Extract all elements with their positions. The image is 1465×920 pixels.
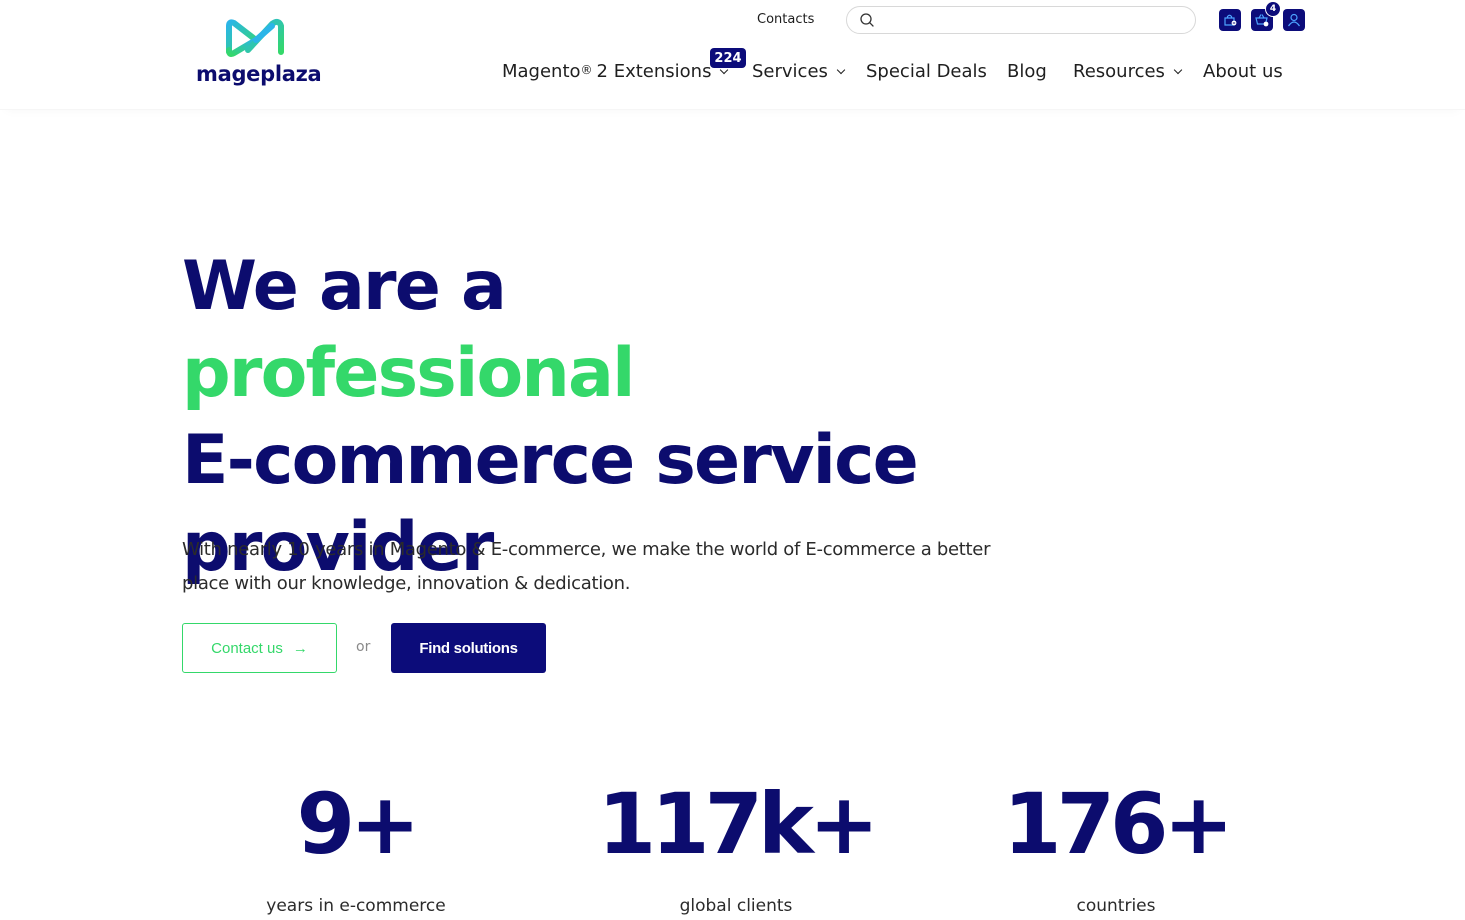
hero-title-accent: professional xyxy=(182,334,635,413)
nav-label: Special Deals xyxy=(866,61,987,82)
stat-value: 176+ xyxy=(1003,775,1234,873)
nav-services[interactable]: Services xyxy=(752,61,846,82)
stat-label: countries xyxy=(1076,896,1156,916)
nav-special-deals[interactable]: Special Deals xyxy=(866,61,987,82)
nav-label-rest: 2 Extensions xyxy=(596,61,712,82)
nav-magento-extensions[interactable]: Magento ® 2 Extensions xyxy=(502,61,729,82)
site-header: mageplaza Contacts 4 Magento ® 2 Extensi… xyxy=(0,0,1465,110)
nav-label: Blog xyxy=(1007,61,1047,82)
logo-text: mageplaza xyxy=(196,62,322,86)
search-input[interactable] xyxy=(883,10,1183,30)
registered-mark: ® xyxy=(580,62,593,77)
contact-us-label: Contact us xyxy=(211,639,283,657)
stat-countries: 176+ countries xyxy=(926,780,1306,916)
nav-label: Services xyxy=(752,61,828,82)
stat-label: years in e-commerce xyxy=(266,896,446,916)
chevron-down-icon xyxy=(836,65,846,74)
mageplaza-logo[interactable]: mageplaza xyxy=(196,16,322,90)
nav-label: About us xyxy=(1203,61,1283,82)
nav-about-us[interactable]: About us xyxy=(1203,61,1283,82)
contacts-link[interactable]: Contacts xyxy=(757,12,814,27)
account-icon xyxy=(1288,13,1300,27)
stat-clients: 117k+ global clients xyxy=(546,780,926,916)
cart-count-badge: 4 xyxy=(1265,1,1281,17)
contact-us-button[interactable]: Contact us → xyxy=(182,623,337,673)
arrow-right-icon: → xyxy=(292,639,308,657)
nav-label: Resources xyxy=(1073,61,1165,82)
hero-description: With nearly 10 years in Magento & E-comm… xyxy=(182,539,991,594)
search-icon[interactable] xyxy=(859,12,875,28)
wishlist-bag-icon xyxy=(1224,14,1237,26)
nav-blog[interactable]: Blog xyxy=(1007,61,1047,82)
stat-value: 117k+ xyxy=(597,775,880,873)
search-bar[interactable] xyxy=(846,6,1196,34)
nav-resources[interactable]: Resources xyxy=(1073,61,1183,82)
hero-title-part1: We are a xyxy=(182,247,507,326)
account-button[interactable] xyxy=(1283,9,1305,31)
logo-mark-icon xyxy=(226,18,284,57)
find-solutions-button[interactable]: Find solutions xyxy=(391,623,546,673)
or-separator: or xyxy=(356,639,371,655)
nav-label: Magento xyxy=(502,61,581,82)
stat-value: 9+ xyxy=(296,775,421,873)
stat-label: global clients xyxy=(679,896,793,916)
stat-years: 9+ years in e-commerce xyxy=(166,780,546,916)
extensions-count-badge: 224 xyxy=(710,48,746,68)
chevron-down-icon xyxy=(1173,65,1183,74)
wishlist-button[interactable] xyxy=(1219,9,1241,31)
